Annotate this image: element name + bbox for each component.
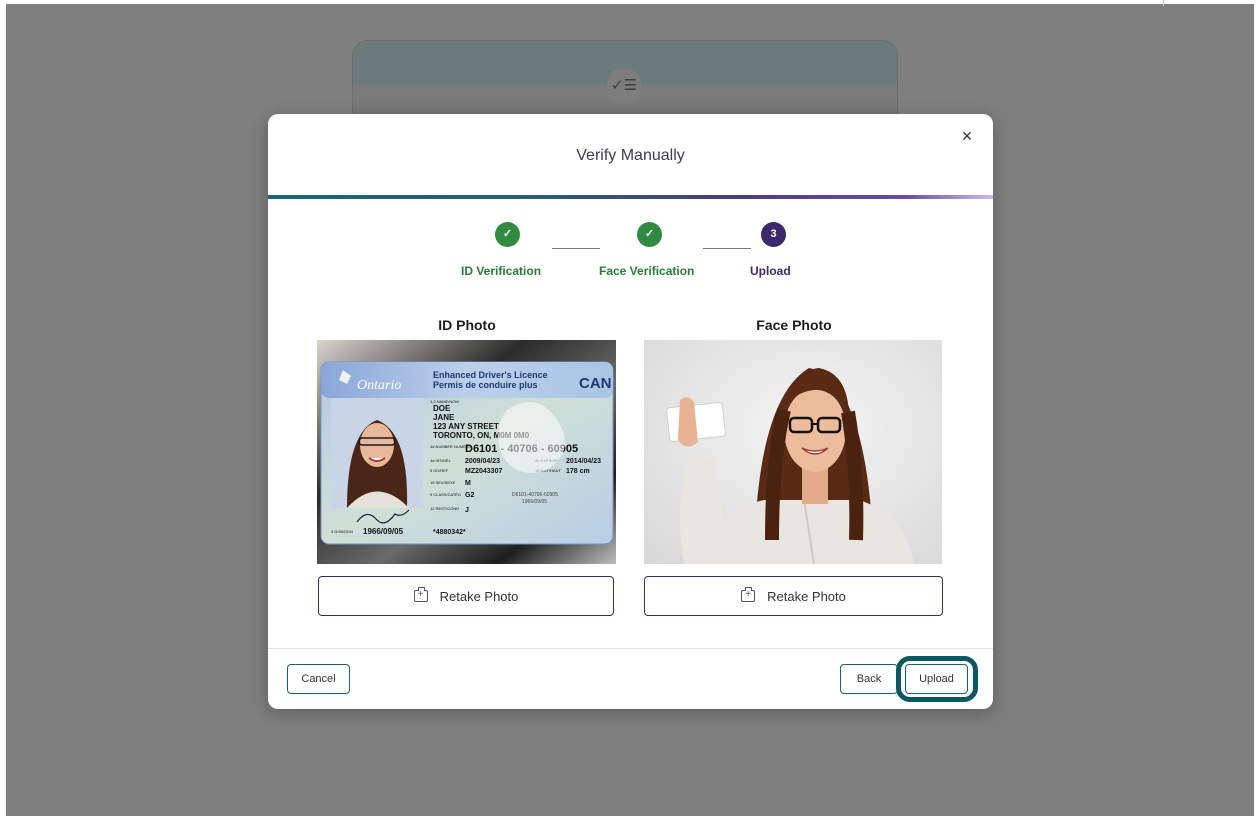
id-card-ghost-number: D6101-40706-60905 [512, 492, 558, 498]
id-card-class: G2 [465, 492, 474, 499]
step-connector-2 [703, 248, 751, 249]
retake-face-photo-button[interactable]: Retake Photo [644, 576, 943, 616]
close-icon[interactable]: × [957, 126, 977, 146]
step-connector-1 [552, 248, 600, 249]
step-2-check-icon: ✓ [637, 222, 662, 247]
retake-id-photo-button[interactable]: Retake Photo [318, 576, 614, 616]
id-card-province: Ontario [357, 378, 401, 393]
id-photo-heading: ID Photo [438, 317, 496, 333]
id-card-sex: M [465, 480, 471, 487]
face-photo [644, 340, 942, 564]
modal-title: Verify Manually [576, 147, 685, 164]
header-divider [268, 195, 993, 199]
id-card-issue-date: 2009/04/23 [465, 458, 500, 465]
id-card-rest: J [465, 507, 469, 514]
id-card-country: CAN [579, 375, 612, 392]
id-card-iss-label: 4a ISS/DÉL [430, 458, 452, 463]
id-card-address-line1: 123 ANY STREET [433, 422, 499, 431]
camera-plus-icon [413, 587, 428, 602]
id-card-dob-label: 3 DOB/DDN [331, 529, 353, 534]
step-3-number: 3 [761, 222, 786, 247]
id-card-class-label: 9 CLASS/CATÉG [430, 492, 461, 497]
id-card-dob: 1966/09/05 [363, 527, 404, 536]
id-card-ghost-dob: 1966/09/05 [522, 499, 547, 505]
face-image [644, 340, 942, 564]
id-card-title-fr: Permis de conduire plus [433, 380, 538, 390]
id-card-first-name: JANE [433, 413, 455, 422]
id-card-image: Ontario Enhanced Driver's Licence Permis… [317, 340, 616, 564]
id-card-last-name: DOE [433, 404, 451, 413]
id-card-ref: MZ2043307 [465, 468, 502, 475]
step-1-check-icon: ✓ [495, 222, 520, 247]
id-card-barcode-text: *4880342* [433, 529, 466, 536]
page-edge [1163, 0, 1164, 6]
id-card-title-en: Enhanced Driver's Licence [433, 370, 548, 380]
id-card-expiry-date: 2014/04/23 [566, 458, 601, 465]
id-card-sex-label: 15 SEX/SEXE [430, 480, 456, 485]
retake-id-photo-label: Retake Photo [439, 588, 519, 604]
id-card-ref-label: 5 DD/REF [430, 468, 449, 473]
checklist-icon: ✓☰ [606, 68, 642, 104]
footer-divider [268, 648, 993, 649]
retake-face-photo-label: Retake Photo [767, 588, 846, 604]
verify-manually-modal: Verify Manually × ✓ ✓ 3 ID Verification … [268, 114, 993, 709]
id-card-rest-label: 12 REST/COND [430, 506, 459, 511]
step-label-id-verification: ID Verification [461, 264, 542, 278]
step-label-face-verification: Face Verification [599, 264, 695, 278]
back-button[interactable]: Back [840, 664, 898, 694]
id-photo: Ontario Enhanced Driver's Licence Permis… [317, 340, 616, 564]
face-photo-heading: Face Photo [756, 317, 832, 333]
cancel-button[interactable]: Cancel [287, 664, 350, 694]
step-label-upload: Upload [750, 264, 791, 278]
camera-plus-icon [741, 587, 756, 602]
upload-button[interactable]: Upload [905, 664, 968, 694]
id-card-height: 178 cm [566, 468, 590, 475]
